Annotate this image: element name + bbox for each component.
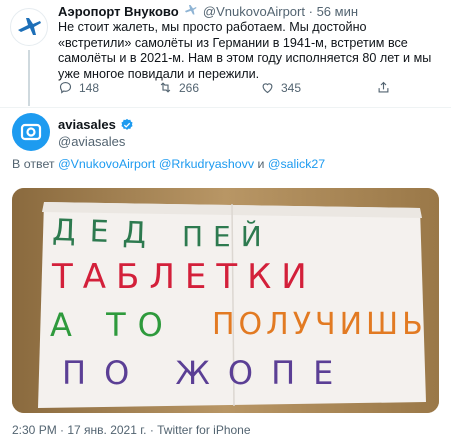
author-name[interactable]: aviasales [58,116,116,133]
reply-context-tweet: Аэропорт Внуково @VnukovoAirport · 56 ми… [0,0,451,106]
mention-salick27[interactable]: @salick27 [268,157,325,171]
aviasales-avatar[interactable] [12,113,50,151]
note-line-1: ДЕД [52,213,161,252]
tweet-photo[interactable]: ДЕД ПЕЙ ТАБЛЕТКИ А ТО ПОЛУЧИШЬ ПО ЖОПЕ [12,188,439,413]
tweet-divider [0,107,451,108]
reply-to-line: В ответ @VnukovoAirport @Rrkudryashovv и… [12,157,325,171]
mention-vnukovo[interactable]: @VnukovoAirport [58,157,155,171]
handwritten-note-photo: ДЕД ПЕЙ ТАБЛЕТКИ А ТО ПОЛУЧИШЬ ПО ЖОПЕ [12,188,439,413]
aviasales-logo-icon [20,123,42,141]
note-line-2: ТАБЛЕТКИ [51,257,317,297]
author-handle[interactable]: @aviasales [58,133,134,150]
reply-tweet-header: Аэропорт Внуково @VnukovoAirport · 56 ми… [58,4,358,19]
reply-count: 148 [79,80,100,95]
retweet-button[interactable]: 266 [158,80,199,95]
reply-tweet-text: Не стоит жалеть, мы просто работаем. Мы … [58,20,432,81]
reply-icon [59,81,72,94]
thread-connector-line [28,50,30,106]
reply-author-handle[interactable]: @VnukovoAirport [203,4,305,19]
reply-tweet-actions: 148 266 345 [58,80,438,98]
note-line-1b: ПЕЙ [182,219,272,253]
retweet-count: 266 [179,80,200,95]
share-icon [378,81,389,93]
reply-button[interactable]: 148 [58,80,99,95]
dot-separator: · [308,4,313,19]
mention-conjunction: и [257,157,265,171]
share-button[interactable] [376,80,391,95]
heart-icon [262,83,273,94]
tweet-timestamp[interactable]: 2:30 PM · 17 янв. 2021 г. · Twitter for … [12,423,251,437]
reply-time[interactable]: 56 мин [317,4,358,19]
airplane-emoji-icon [184,4,197,19]
note-line-4: ПО ЖОПЕ [62,354,351,392]
main-tweet-author: aviasales @aviasales [58,116,134,150]
note-line-3a: А ТО [50,306,175,344]
retweet-icon [160,82,171,93]
reply-prefix: В ответ [12,157,55,171]
airplane-logo-icon [18,18,41,35]
like-count: 345 [281,80,302,95]
vnukovo-avatar[interactable] [10,8,48,46]
like-button[interactable]: 345 [260,80,301,95]
verified-badge-icon [121,118,133,130]
reply-author-name[interactable]: Аэропорт Внуково [58,4,179,19]
mention-rrkudryashovv[interactable]: @Rrkudryashovv [159,157,254,171]
note-line-3b: ПОЛУЧИШЬ [212,307,427,342]
